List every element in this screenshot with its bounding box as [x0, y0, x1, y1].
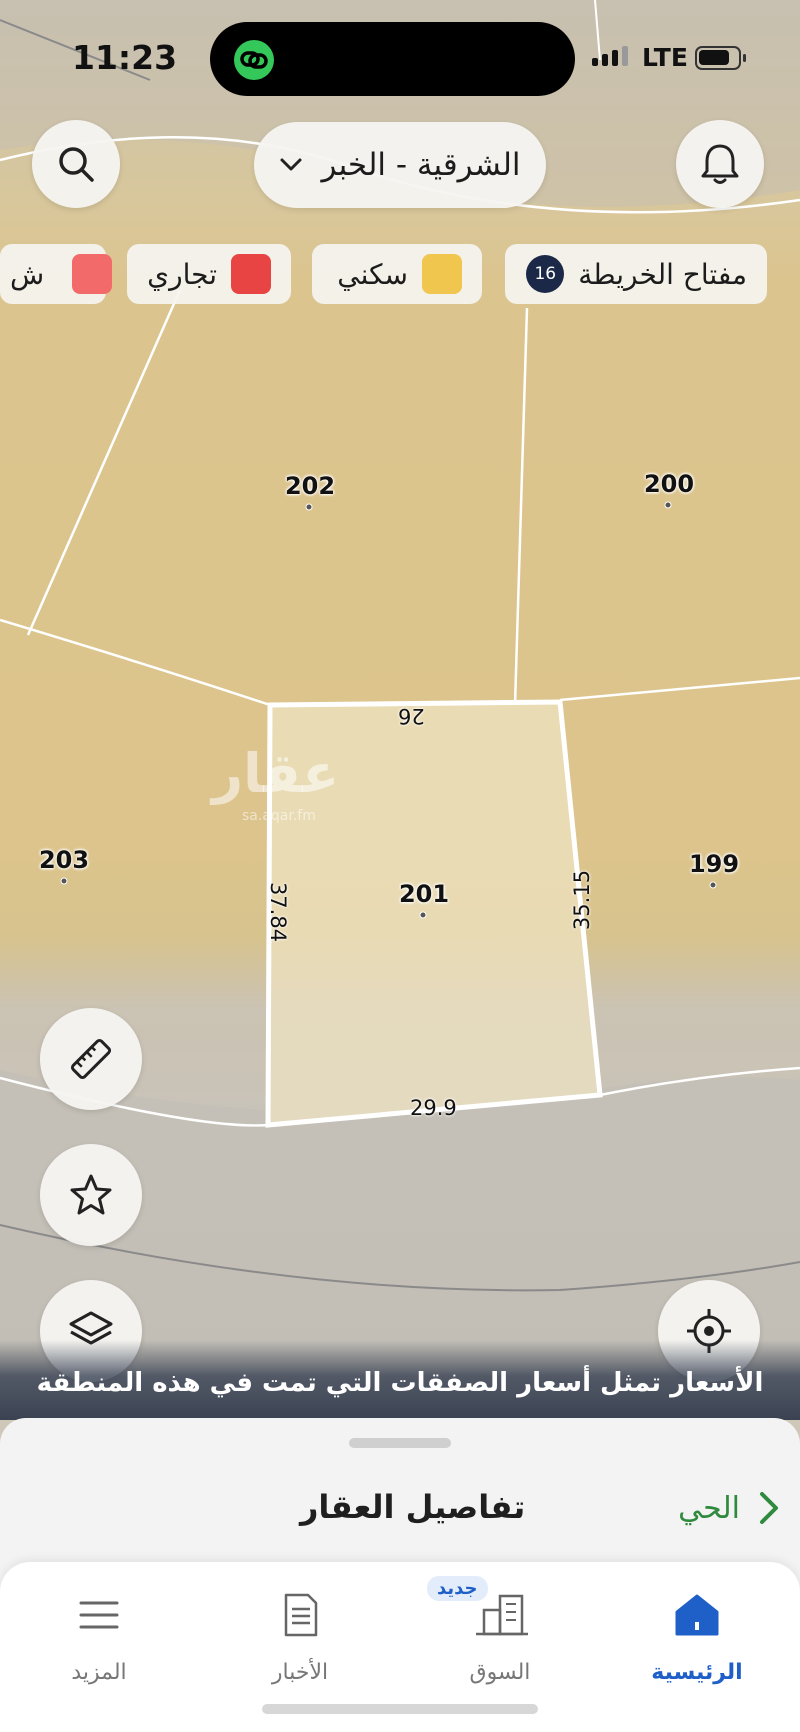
favorites-button[interactable]	[40, 1144, 142, 1246]
district-link[interactable]: الحي	[678, 1490, 780, 1526]
dynamic-island	[210, 22, 575, 96]
dimension-right: 35.15	[570, 869, 595, 931]
tab-market[interactable]: السوق	[425, 1590, 575, 1685]
new-badge: جديد	[427, 1576, 488, 1601]
map-key-count-badge: 16	[526, 255, 565, 293]
legend-commercial[interactable]: تجاري	[127, 244, 291, 304]
dimension-bottom: 29.9	[410, 1096, 457, 1120]
tab-home-label: الرئيسية	[651, 1660, 743, 1685]
sheet-title: تفاصيل العقار	[300, 1488, 526, 1526]
parcel-dot	[709, 881, 717, 889]
map-key-label: مفتاح الخريطة	[578, 257, 747, 291]
location-text: الشرقية - الخبر	[321, 147, 521, 183]
notifications-button[interactable]	[676, 120, 764, 208]
partial-label: ش	[10, 257, 45, 291]
parcel-dot	[60, 877, 68, 885]
watermark-sub: sa.aqar.fm	[242, 808, 316, 824]
location-selector[interactable]: الشرقية - الخبر	[254, 122, 546, 208]
sheet-grabber[interactable]	[349, 1438, 451, 1448]
tab-news[interactable]: الأخبار	[225, 1590, 375, 1685]
watermark: عقار	[212, 742, 340, 805]
parcel-label-199[interactable]: 199	[689, 850, 739, 878]
measure-button[interactable]	[40, 1008, 142, 1110]
district-label: الحي	[678, 1490, 740, 1526]
signal-icon	[592, 46, 628, 66]
newspaper-icon	[284, 1593, 318, 1637]
price-note: الأسعار تمثل أسعار الصفقات التي تمت في ه…	[0, 1340, 800, 1420]
star-icon	[70, 1174, 112, 1215]
partial-swatch	[72, 254, 113, 294]
parcel-label-202[interactable]: 202	[285, 472, 335, 500]
parcel-label-201[interactable]: 201	[399, 880, 449, 908]
map-key-chip[interactable]: مفتاح الخريطة 16	[505, 244, 767, 304]
search-button[interactable]	[32, 120, 120, 208]
legend-partial[interactable]: ش	[0, 244, 113, 304]
commercial-label: تجاري	[147, 257, 217, 291]
dimension-top: 26	[398, 704, 425, 728]
residential-label: سكني	[337, 257, 408, 291]
parcel-dot	[664, 501, 672, 509]
battery-icon	[695, 46, 746, 70]
parcel-dot	[305, 503, 313, 511]
network-type: LTE	[642, 43, 688, 72]
tab-more[interactable]: المزيد	[24, 1590, 174, 1685]
status-time: 11:23	[72, 38, 178, 77]
chevron-down-icon	[280, 158, 302, 171]
tab-home[interactable]: الرئيسية	[622, 1590, 772, 1685]
chevron-right-icon	[760, 1492, 778, 1524]
parcel-label-200[interactable]: 200	[644, 470, 694, 498]
parcel-dot	[419, 911, 427, 919]
status-bar: 11:23 LTE	[0, 0, 800, 110]
home-icon	[675, 1594, 719, 1636]
search-icon	[59, 147, 94, 182]
ruler-icon	[70, 1038, 112, 1080]
menu-icon	[79, 1601, 119, 1629]
tab-news-label: الأخبار	[271, 1660, 329, 1685]
link-icon	[234, 40, 274, 80]
tab-more-label: المزيد	[71, 1660, 127, 1685]
dimension-left: 37.84	[266, 881, 291, 943]
legend-residential[interactable]: سكني	[312, 244, 482, 304]
residential-swatch	[422, 254, 462, 294]
parcel-label-203[interactable]: 203	[39, 846, 89, 874]
home-indicator	[262, 1704, 538, 1714]
tab-market-label: السوق	[469, 1660, 531, 1685]
commercial-swatch	[231, 254, 271, 294]
bell-icon	[701, 144, 739, 184]
